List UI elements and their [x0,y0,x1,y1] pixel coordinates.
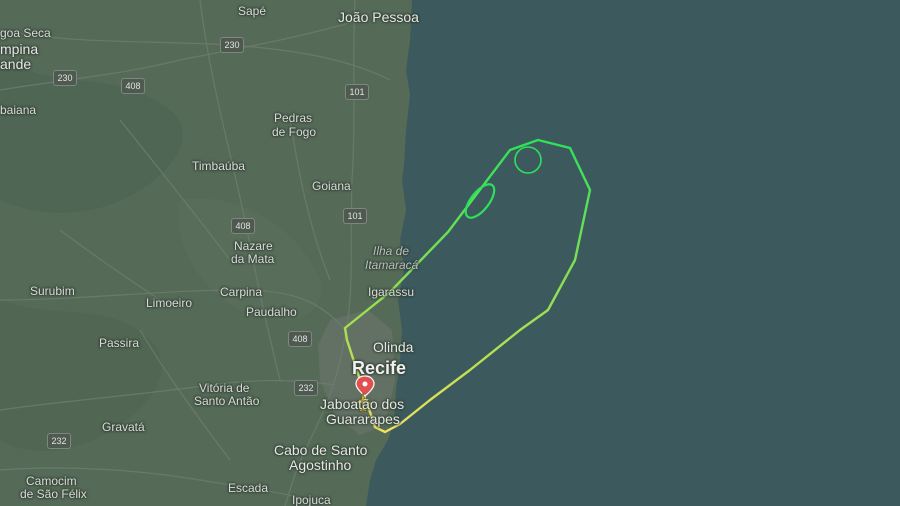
place-label-camocim-de-sao-felix: de São Félix [20,487,87,501]
place-label-jaboatao-dos-guararapes: Guararapes [326,411,400,427]
place-label-ipojuca: Ipojuca [292,493,331,506]
place-label-cabo-de-santo-agostinho: Cabo de Santo [274,442,368,458]
place-label-recife: Recife [352,358,407,378]
place-label-gravata: Gravatá [102,420,145,434]
place-label-pedras-de-fogo: Pedras [274,111,313,125]
road-shield-408: 408 [121,78,145,94]
place-label-igarassu: Igarassu [368,285,415,299]
place-label-itabaiana: baiana [0,103,37,117]
place-label-paudalho: Paudalho [246,305,297,319]
place-label-cabo-de-santo-agostinho: Agostinho [289,457,352,473]
road-shield-230: 230 [220,37,244,53]
place-label-pedras-de-fogo: de Fogo [272,125,317,139]
place-label-ilha-de-itamaraca: Itamaracá [365,258,419,272]
road-shield-408: 408 [288,331,312,347]
place-label-joao-pessoa: João Pessoa [338,9,419,25]
place-label-ilha-de-itamaraca: Ilha de [373,244,410,258]
place-label-olinda: Olinda [373,339,414,355]
place-label-carpina: Carpina [220,285,263,299]
flight-map[interactable]: 230 230 408 101 101 408 408 232 232 Sapé… [0,0,900,506]
place-label-nazare-da-mata: da Mata [231,252,275,266]
place-label-jaboatao-dos-guararapes: Jaboatão dos [320,396,405,412]
place-label-passira: Passira [99,336,140,350]
road-shield-230: 230 [53,70,77,86]
road-shield-408: 408 [231,218,255,234]
place-label-campina-grande: mpina [0,41,39,57]
road-shield-101: 101 [343,208,367,224]
road-shield-101: 101 [345,84,369,100]
road-shield-232: 232 [294,380,318,396]
place-label-timbauba: Timbaúba [192,159,245,173]
place-label-sape: Sapé [238,4,267,18]
place-label-escada: Escada [228,481,269,495]
place-label-surubim: Surubim [30,284,75,298]
place-label-campina-grande: ande [0,56,32,72]
place-label-vitoria-de-santo-antao: Santo Antão [194,394,260,408]
road-shield-232: 232 [47,433,71,449]
place-label-limoeiro: Limoeiro [146,296,193,310]
place-label-goiana: Goiana [312,179,351,193]
place-label-lagoa-seca: goa Seca [0,26,51,40]
